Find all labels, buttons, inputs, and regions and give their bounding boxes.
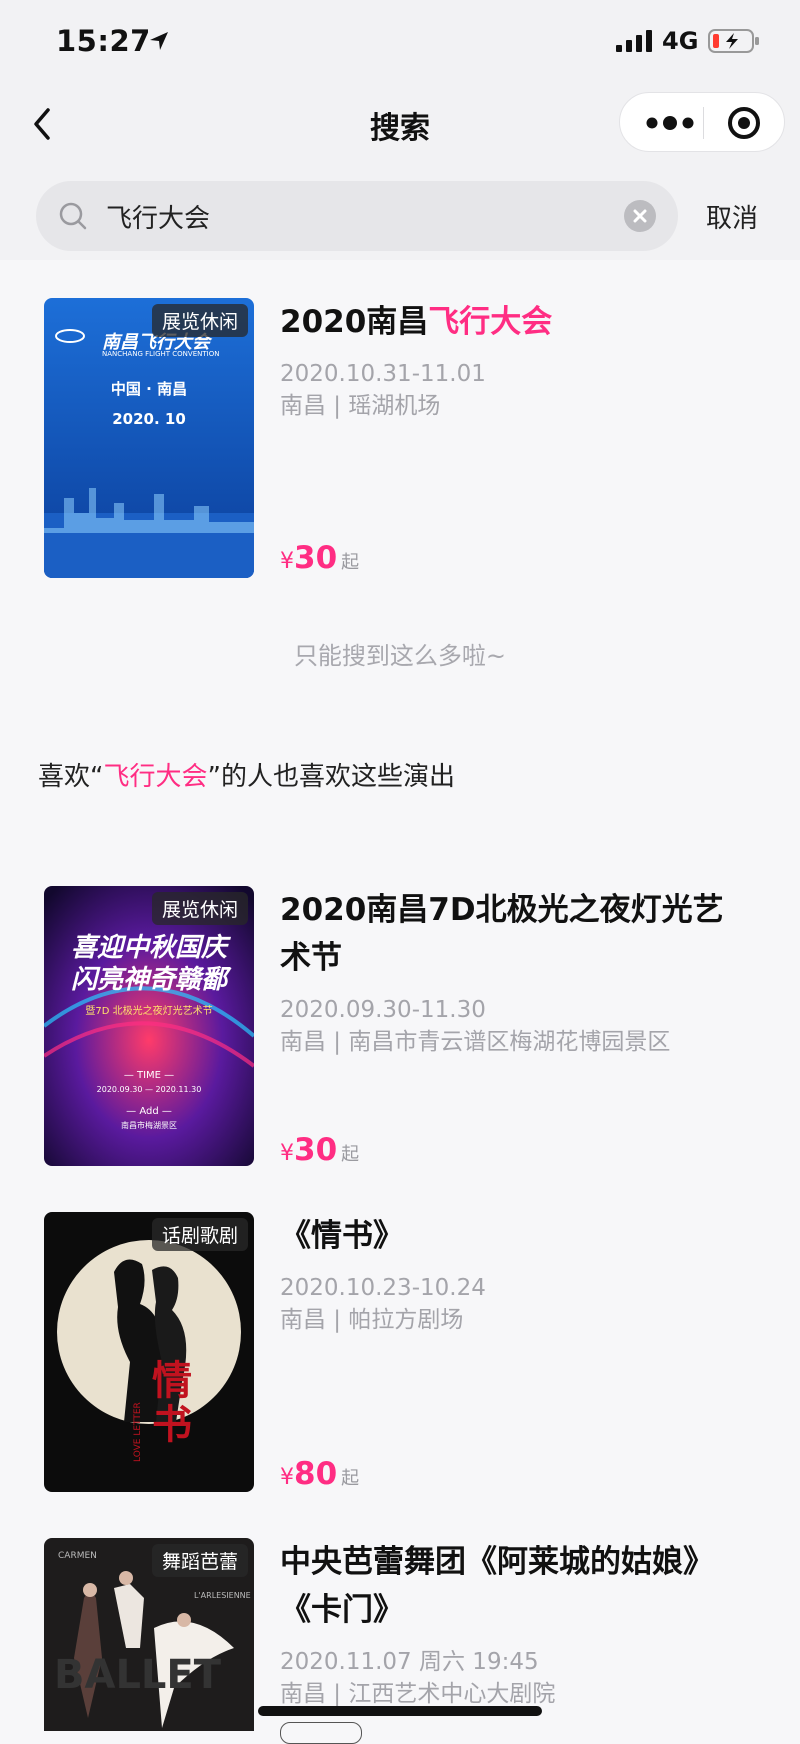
price-value: 30 [294, 540, 338, 576]
event-title: 2020南昌7D北极光之夜灯光艺术节 [280, 892, 724, 976]
home-indicator [258, 1706, 542, 1716]
location-arrow-icon [150, 32, 168, 50]
search-result-card[interactable]: 南昌飞行大会 NANCHANG FLIGHT CONVENTION 中国 · 南… [44, 298, 758, 588]
category-tag: 展览休闲 [151, 892, 248, 925]
svg-text:BALLET: BALLET [54, 1652, 222, 1698]
poster-line2: 2020. 10 [112, 410, 186, 428]
event-poster: 喜迎中秋国庆 闪亮神奇赣鄱 暨7D 北极光之夜灯光艺术节 — TIME — 20… [44, 886, 254, 1166]
status-time: 15:27 [56, 24, 151, 58]
category-tag: 话剧歌剧 [151, 1218, 248, 1251]
poster-image: 喜迎中秋国庆 闪亮神奇赣鄱 暨7D 北极光之夜灯光艺术节 — TIME — 20… [44, 886, 254, 1166]
event-title: 《情书》 [280, 1218, 404, 1254]
svg-text:— Add —: — Add — [126, 1106, 172, 1117]
price-suffix: 起 [341, 552, 360, 573]
event-price: ¥30 起 [280, 540, 359, 576]
svg-text:南昌市梅湖景区: 南昌市梅湖景区 [121, 1120, 177, 1130]
navigation-bar: 搜索 [0, 88, 800, 160]
category-tag: 舞蹈芭蕾 [151, 1544, 248, 1577]
event-title: 2020南昌飞行大会 [280, 298, 750, 346]
cellular-signal-icon [616, 30, 652, 52]
heading-suffix: ”的人也喜欢这些演出 [207, 762, 455, 792]
event-date: 2020.10.31-11.01 [280, 361, 486, 387]
search-bar[interactable] [36, 181, 678, 251]
svg-text:2020.09.30 — 2020.11.30: 2020.09.30 — 2020.11.30 [97, 1085, 202, 1094]
clear-icon[interactable] [624, 200, 656, 232]
network-type: 4G [662, 27, 699, 55]
event-price: ¥80 起 [280, 1456, 359, 1492]
svg-text:LOVE LETTER: LOVE LETTER [133, 1402, 143, 1462]
svg-text:闪亮神奇赣鄱: 闪亮神奇赣鄱 [71, 965, 232, 995]
event-venue: 南昌 | 帕拉方剧场 [280, 1307, 464, 1333]
status-chip [280, 1722, 362, 1744]
recommendation-heading: 喜欢“飞行大会”的人也喜欢这些演出 [38, 756, 455, 793]
recommendation-card[interactable]: CARMEN L'ARLESIENNE BALLET 舞蹈芭蕾 中央芭蕾舞团《阿… [44, 1538, 758, 1731]
capsule-divider [703, 107, 704, 139]
poster-line1: 中国 · 南昌 [110, 380, 188, 398]
category-tag: 展览休闲 [151, 304, 248, 337]
svg-text:暨7D 北极光之夜灯光艺术节: 暨7D 北极光之夜灯光艺术节 [85, 1004, 212, 1017]
heading-prefix: 喜欢“ [38, 762, 104, 792]
svg-text:书: 书 [152, 1402, 192, 1448]
svg-text:喜迎中秋国庆: 喜迎中秋国庆 [71, 933, 231, 963]
recommendation-card[interactable]: 情 书 LOVE LETTER 话剧歌剧 《情书》 2020.10.23-10.… [44, 1212, 758, 1502]
status-bar: 15:27 4G [0, 0, 800, 88]
price-currency: ¥ [280, 1465, 294, 1490]
event-poster: CARMEN L'ARLESIENNE BALLET 舞蹈芭蕾 [44, 1538, 254, 1731]
event-date: 2020.09.30-11.30 [280, 997, 486, 1023]
more-dots-icon[interactable] [644, 113, 696, 133]
heading-keyword: 飞行大会 [103, 762, 208, 792]
end-of-results-hint: 只能搜到这么多啦~ [293, 642, 507, 670]
event-title: 中央芭蕾舞团《阿莱城的姑娘》《卡门》 [280, 1544, 714, 1628]
poster-subtitle: NANCHANG FLIGHT CONVENTION [102, 350, 220, 358]
cancel-button[interactable]: 取消 [706, 198, 758, 235]
event-date: 2020.11.07 周六 19:45 [280, 1649, 539, 1675]
event-venue: 南昌 | 南昌市青云谱区梅湖花博园景区 [280, 1029, 671, 1055]
svg-text:情: 情 [152, 1358, 192, 1404]
price-currency: ¥ [280, 1141, 294, 1166]
poster-image: 情 书 LOVE LETTER [44, 1212, 254, 1492]
title-highlight: 飞行大会 [428, 304, 553, 340]
event-poster: 情 书 LOVE LETTER 话剧歌剧 [44, 1212, 254, 1492]
search-input[interactable] [106, 181, 646, 251]
recommendation-card[interactable]: 喜迎中秋国庆 闪亮神奇赣鄱 暨7D 北极光之夜灯光艺术节 — TIME — 20… [44, 886, 758, 1176]
price-suffix: 起 [341, 1144, 360, 1165]
event-date: 2020.10.23-10.24 [280, 1275, 486, 1301]
svg-text:L'ARLESIENNE: L'ARLESIENNE [194, 1591, 251, 1600]
price-currency: ¥ [280, 549, 294, 574]
svg-text:— TIME —: — TIME — [124, 1070, 174, 1081]
price-value: 80 [294, 1456, 338, 1492]
event-venue: 南昌 | 瑶湖机场 [280, 393, 441, 419]
battery-icon [708, 29, 759, 53]
price-value: 30 [294, 1132, 338, 1168]
target-icon[interactable] [726, 105, 762, 141]
svg-text:CARMEN: CARMEN [58, 1551, 97, 1561]
event-poster: 南昌飞行大会 NANCHANG FLIGHT CONVENTION 中国 · 南… [44, 298, 254, 578]
mini-program-capsule [619, 92, 785, 152]
event-price: ¥30 起 [280, 1132, 359, 1168]
price-suffix: 起 [341, 1468, 360, 1489]
title-text: 2020南昌 [280, 304, 429, 340]
search-icon [59, 202, 87, 230]
